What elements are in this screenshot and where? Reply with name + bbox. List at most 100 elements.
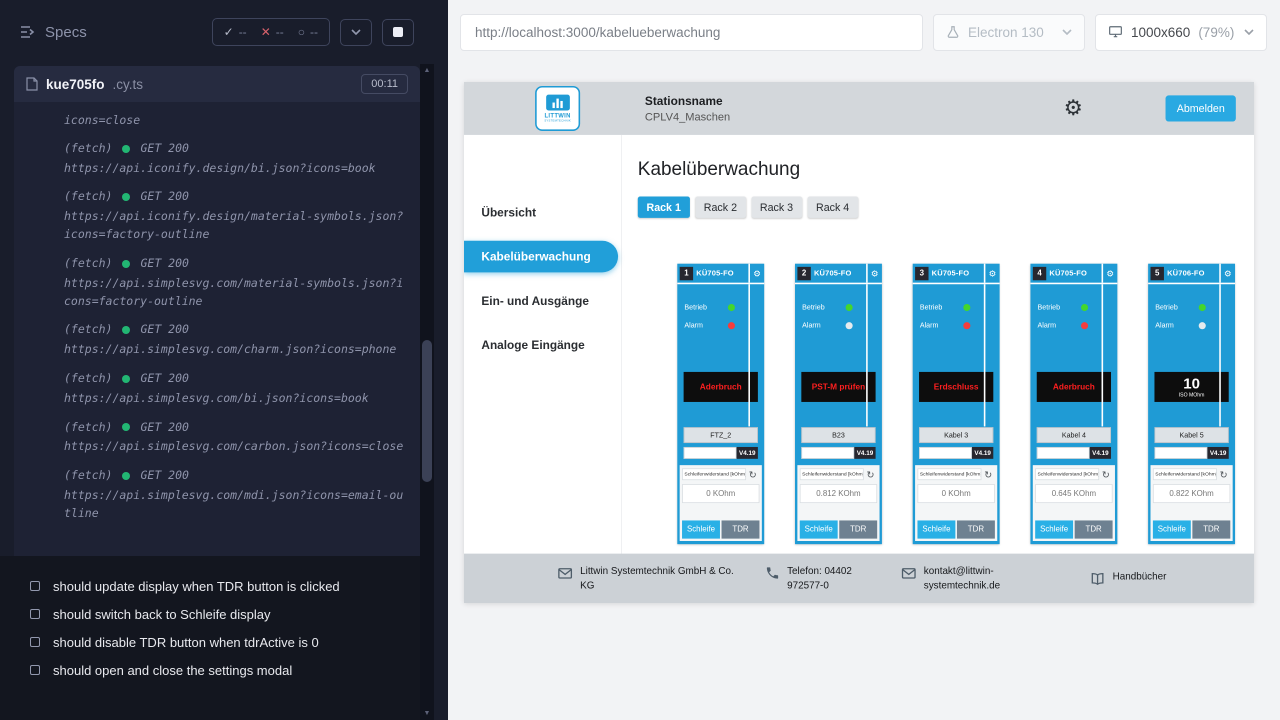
- sidebar-item-kabelueberwachung[interactable]: Kabelüberwachung: [464, 241, 618, 273]
- viewport-zoom: (79%): [1198, 25, 1234, 40]
- spec-file-icon: [26, 77, 38, 91]
- refresh-icon[interactable]: ↻: [1099, 469, 1112, 480]
- test-item[interactable]: should switch back to Schleife display: [30, 600, 424, 628]
- test-item[interactable]: should update display when TDR button is…: [30, 572, 424, 600]
- led-block: Betrieb Alarm: [1148, 284, 1235, 329]
- schleife-button[interactable]: Schleife: [800, 520, 838, 538]
- scrollbar-thumb[interactable]: [422, 340, 432, 482]
- specs-menu[interactable]: Specs: [20, 24, 87, 41]
- sidebar-item-ein-und-ausgaenge[interactable]: Ein- und Ausgänge: [464, 285, 621, 317]
- status-dot: [122, 423, 130, 431]
- chevron-down-icon: [351, 29, 361, 35]
- station-label: Stationsname: [645, 94, 730, 107]
- alarm-led: [1081, 322, 1088, 329]
- aut-panel: http://localhost:3000/kabelueberwachung …: [448, 0, 1280, 720]
- browser-selector[interactable]: Electron 130: [933, 14, 1085, 51]
- schleife-button[interactable]: Schleife: [917, 520, 955, 538]
- schleife-button[interactable]: Schleife: [682, 520, 720, 538]
- spacer-box: [919, 447, 972, 459]
- device-settings-icon[interactable]: ⚙: [1102, 264, 1118, 283]
- tdr-button[interactable]: TDR: [1075, 520, 1113, 538]
- tdr-button[interactable]: TDR: [957, 520, 995, 538]
- tdr-button[interactable]: TDR: [1192, 520, 1230, 538]
- url-input[interactable]: http://localhost:3000/kabelueberwachung: [460, 14, 923, 51]
- tab-rack-3[interactable]: Rack 3: [751, 197, 802, 218]
- browser-name: Electron 130: [968, 25, 1044, 40]
- footer-email[interactable]: kontakt@littwin-systemtechnik.de: [901, 565, 1019, 593]
- firmware-version: V4.19: [1207, 447, 1228, 459]
- pending-icon: ○: [298, 25, 305, 39]
- reporter-topbar: Specs ✓-- ✕-- ○--: [0, 0, 448, 64]
- footer-manuals[interactable]: Handbücher: [1090, 570, 1167, 587]
- device-settings-icon[interactable]: ⚙: [984, 264, 1000, 283]
- device-settings-icon[interactable]: ⚙: [866, 264, 882, 283]
- betrieb-led: [846, 304, 853, 311]
- alarm-label: Alarm: [920, 321, 939, 329]
- firmware-version: V4.19: [1090, 447, 1111, 459]
- tab-rack-2[interactable]: Rack 2: [695, 197, 746, 218]
- version-row: V4.19: [684, 447, 758, 459]
- betrieb-label: Betrieb: [684, 303, 707, 311]
- command-log-entry[interactable]: (fetch)GET 200 https://api.simplesvg.com…: [64, 321, 406, 359]
- measurement-panel: Schleifenwiderstand [kOhm]↻ 0 KOhm Schle…: [915, 465, 997, 541]
- device-model: KÜ705-FO: [932, 269, 970, 278]
- device-number: 2: [797, 266, 810, 279]
- rack-tabs: Rack 1 Rack 2 Rack 3 Rack 4: [638, 197, 1254, 218]
- command-log-entry[interactable]: (fetch)GET 200 https://api.iconify.desig…: [64, 140, 406, 178]
- scroll-up-icon[interactable]: ▲: [424, 67, 431, 74]
- spec-header[interactable]: kue705fo .cy.ts 00:11: [14, 66, 420, 102]
- logout-button[interactable]: Abmelden: [1166, 95, 1236, 121]
- betrieb-led: [1199, 304, 1206, 311]
- betrieb-led: [1081, 304, 1088, 311]
- command-log-container: kue705fo .cy.ts 00:11 icons=close (fetch…: [14, 66, 420, 556]
- betrieb-led: [963, 304, 970, 311]
- tab-rack-4[interactable]: Rack 4: [807, 197, 858, 218]
- cable-name: Kabel 3: [919, 427, 993, 443]
- device-settings-icon[interactable]: ⚙: [748, 264, 764, 283]
- command-log-entry[interactable]: (fetch)GET 200 https://api.simplesvg.com…: [64, 370, 406, 408]
- viewport-selector[interactable]: 1000x660 (79%): [1095, 14, 1267, 51]
- request-url: https://api.simplesvg.com/mdi.json?icons…: [64, 487, 406, 523]
- test-state-icon: [30, 609, 40, 619]
- tdr-button[interactable]: TDR: [839, 520, 877, 538]
- sidebar-item-uebersicht[interactable]: Übersicht: [464, 197, 621, 229]
- alarm-indicator: Alarm: [1155, 321, 1206, 329]
- version-row: V4.19: [1154, 447, 1228, 459]
- command-log-entry[interactable]: (fetch)GET 200 https://api.simplesvg.com…: [64, 467, 406, 522]
- betrieb-label: Betrieb: [1038, 303, 1061, 311]
- device-settings-icon[interactable]: ⚙: [1219, 264, 1235, 283]
- test-title: should open and close the settings modal: [53, 663, 292, 678]
- test-item[interactable]: should disable TDR button when tdrActive…: [30, 628, 424, 656]
- test-state-icon: [30, 637, 40, 647]
- stop-button[interactable]: [382, 19, 414, 46]
- refresh-icon[interactable]: ↻: [746, 469, 759, 480]
- schleife-button[interactable]: Schleife: [1035, 520, 1073, 538]
- refresh-icon[interactable]: ↻: [981, 469, 994, 480]
- settings-gear-icon[interactable]: ⚙: [1064, 98, 1083, 119]
- tdr-button[interactable]: TDR: [722, 520, 760, 538]
- alarm-led: [1199, 322, 1206, 329]
- http-status: GET 200: [140, 188, 188, 206]
- command-log-entry[interactable]: (fetch)GET 200 https://api.simplesvg.com…: [64, 255, 406, 310]
- status-display-text: Aderbruch: [1053, 382, 1095, 391]
- test-item[interactable]: should open and close the settings modal: [30, 656, 424, 684]
- scroll-down-icon[interactable]: ▼: [424, 710, 431, 717]
- footer-phone: Telefon: 04402 972577-0: [765, 565, 871, 593]
- station-value: CPLV4_Maschen: [645, 110, 730, 123]
- command-log-entry[interactable]: (fetch)GET 200 https://api.simplesvg.com…: [64, 419, 406, 457]
- refresh-icon[interactable]: ↻: [864, 469, 877, 480]
- reporter-scrollbar[interactable]: ▲ ▼: [420, 64, 434, 720]
- app-body: Übersicht Kabelüberwachung Ein- und Ausg…: [464, 135, 1254, 603]
- collapse-button[interactable]: [340, 19, 372, 46]
- alarm-led: [963, 322, 970, 329]
- refresh-icon[interactable]: ↻: [1217, 469, 1230, 480]
- failed-icon: ✕: [261, 25, 271, 39]
- sidebar-item-analoge-eingaenge[interactable]: Analoge Eingänge: [464, 329, 621, 361]
- measurement-label: Schleifenwiderstand [kOhm]: [1035, 468, 1099, 480]
- log-overflow-line: icons=close: [64, 112, 406, 130]
- device-card-header: 3 KÜ705-FO ⚙: [913, 264, 1000, 285]
- schleife-button[interactable]: Schleife: [1153, 520, 1191, 538]
- tab-rack-1[interactable]: Rack 1: [638, 197, 690, 218]
- command-log-entry[interactable]: (fetch)GET 200 https://api.iconify.desig…: [64, 188, 406, 243]
- alarm-indicator: Alarm: [1038, 321, 1089, 329]
